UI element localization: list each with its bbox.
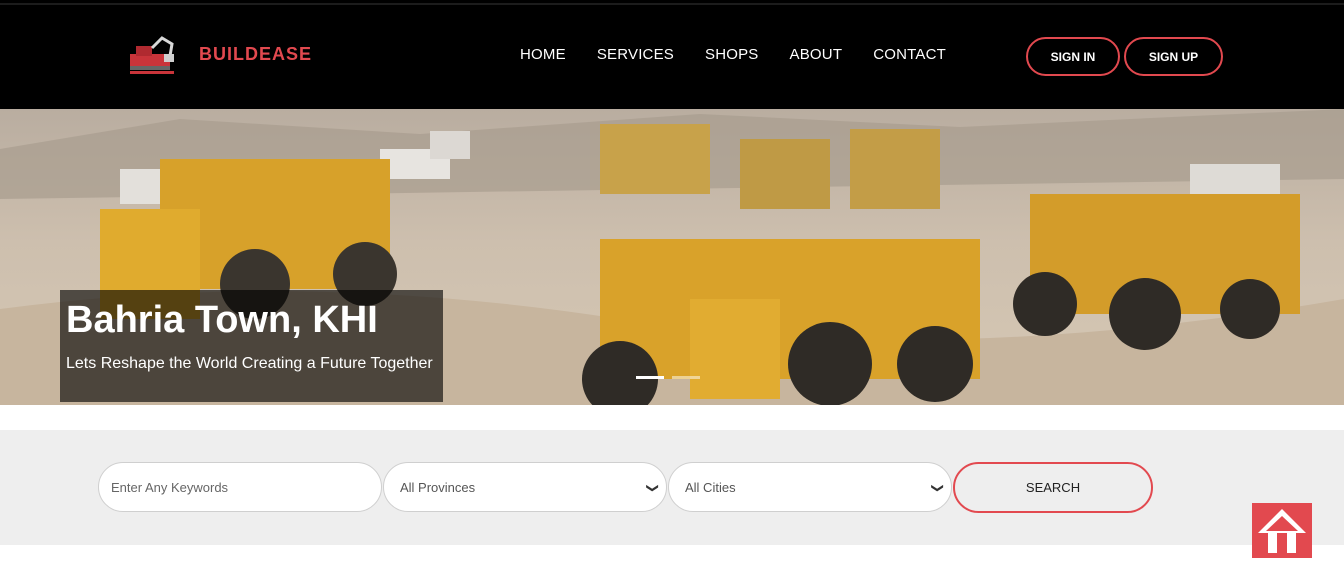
sign-up-button[interactable]: SIGN UP [1124, 37, 1223, 76]
keyword-placeholder: Enter Any Keywords [111, 479, 229, 495]
brand-name[interactable]: BUILDEASE [199, 44, 312, 65]
nav-shops[interactable]: SHOPS [705, 46, 759, 63]
nav-about[interactable]: ABOUT [790, 46, 843, 63]
search-button[interactable]: SEARCH [953, 462, 1153, 513]
nav-home[interactable]: HOME [520, 46, 566, 63]
province-select[interactable]: All Provinces ❯ [383, 462, 667, 512]
nav-contact[interactable]: CONTACT [873, 46, 946, 63]
province-selected-value: All Provinces [400, 479, 476, 495]
excavator-logo-icon [130, 36, 174, 74]
chevron-down-icon: ❯ [930, 482, 945, 494]
chevron-down-icon: ❯ [645, 482, 660, 494]
carousel-indicator-1[interactable] [636, 376, 664, 379]
city-selected-value: All Cities [685, 479, 736, 495]
arrow-up-icon [1258, 509, 1306, 553]
carousel-indicator-2[interactable] [672, 376, 700, 379]
header-divider [0, 3, 1344, 5]
hero-subtitle: Lets Reshape the World Creating a Future… [66, 355, 433, 372]
keyword-search-input[interactable]: Enter Any Keywords [98, 462, 382, 512]
scroll-to-top-button[interactable] [1252, 503, 1312, 558]
nav-services[interactable]: SERVICES [597, 46, 674, 63]
site-header: BUILDEASE HOME SERVICES SHOPS ABOUT CONT… [0, 0, 1344, 109]
brand-logo[interactable] [126, 34, 178, 76]
main-nav: HOME SERVICES SHOPS ABOUT CONTACT [520, 46, 977, 63]
city-select[interactable]: All Cities ❯ [668, 462, 952, 512]
sign-in-button[interactable]: SIGN IN [1026, 37, 1120, 76]
hero-title: Bahria Town, KHI [66, 299, 378, 341]
